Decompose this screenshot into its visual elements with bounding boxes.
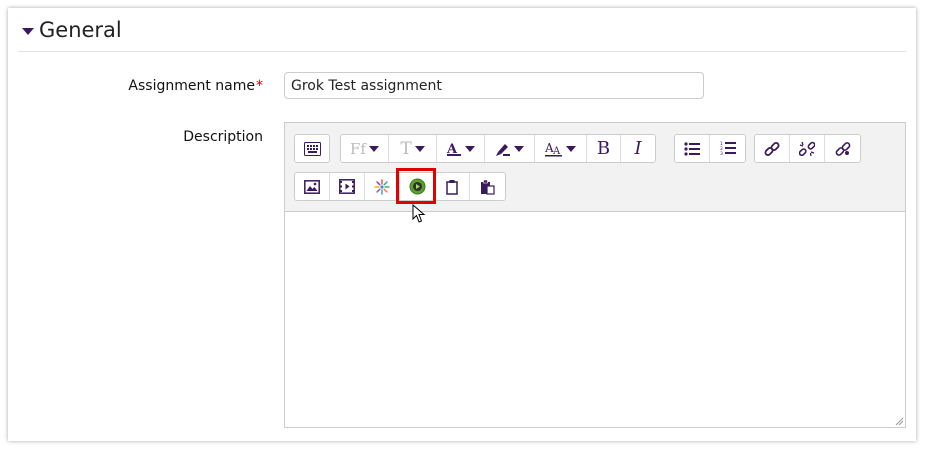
link-icon — [764, 141, 780, 157]
section-toggle[interactable]: General — [22, 18, 122, 42]
dropdown-arrow-icon — [514, 145, 524, 152]
assignment-name-input[interactable]: Grok Test assignment — [284, 72, 704, 99]
keyboard-icon — [303, 141, 321, 156]
link-button[interactable] — [755, 135, 790, 162]
toolbar-group-collapse — [294, 134, 330, 163]
italic-icon: I — [634, 138, 642, 159]
media-button[interactable] — [330, 173, 365, 200]
mouse-cursor-icon — [412, 204, 426, 224]
italic-button[interactable]: I — [621, 135, 655, 162]
unordered-list-button[interactable] — [675, 135, 710, 162]
svg-text:3: 3 — [720, 151, 723, 156]
dropdown-arrow-icon — [465, 145, 475, 152]
unlink-icon — [799, 141, 815, 157]
font-size-icon: T — [400, 138, 412, 159]
toolbar-group-style: Ff T A AA B I — [340, 134, 656, 163]
font-color-icon: A — [446, 141, 462, 157]
auto-link-icon — [835, 141, 851, 157]
styles-button[interactable]: AA — [535, 135, 587, 162]
general-section-panel: General Assignment name* Grok Test assig… — [8, 8, 916, 441]
font-family-icon: Ff — [350, 139, 366, 158]
paste-icon — [480, 179, 495, 195]
clipboard-icon — [445, 179, 459, 195]
ordered-list-button[interactable]: 123 — [710, 135, 745, 162]
font-color-button[interactable]: A — [437, 135, 485, 162]
copy-button[interactable] — [435, 173, 470, 200]
section-divider — [18, 51, 906, 52]
numbered-list-icon: 123 — [720, 141, 736, 156]
dropdown-arrow-icon — [414, 145, 425, 152]
toolbar-group-links — [754, 134, 861, 163]
assignment-name-label-text: Assignment name — [128, 78, 255, 94]
show-more-buttons[interactable] — [295, 135, 329, 162]
font-family-button[interactable]: Ff — [341, 135, 389, 162]
styles-icon: AA — [545, 141, 563, 157]
burst-icon — [374, 178, 390, 195]
editor-toolbar: Ff T A AA B I 1 2 3 — [285, 123, 905, 212]
dropdown-arrow-icon — [566, 145, 576, 152]
description-label: Description — [183, 129, 263, 145]
play-circle-icon — [409, 178, 426, 195]
font-size-button[interactable]: T — [389, 135, 437, 162]
kaltura-media-button[interactable] — [400, 173, 435, 200]
background-color-button[interactable] — [485, 135, 535, 162]
toolbar-group-media — [294, 172, 506, 201]
required-mark: * — [256, 78, 263, 94]
toolbar-group-lists: 123 — [674, 134, 746, 163]
bullet-list-icon — [684, 141, 700, 156]
bold-button[interactable]: B — [587, 135, 621, 162]
assignment-name-label: Assignment name* — [88, 78, 263, 94]
highlighter-icon — [495, 141, 511, 157]
resize-handle-icon[interactable] — [895, 417, 903, 425]
h5p-button[interactable] — [365, 173, 400, 200]
caret-down-icon — [22, 27, 34, 35]
section-title: General — [39, 18, 122, 42]
editor-content-area[interactable] — [285, 212, 905, 427]
image-button[interactable] — [295, 173, 330, 200]
dropdown-arrow-icon — [368, 145, 379, 152]
image-icon — [304, 179, 320, 194]
bold-icon: B — [596, 138, 611, 159]
paste-button[interactable] — [470, 173, 505, 200]
auto-link-button[interactable] — [825, 135, 860, 162]
unlink-button[interactable] — [790, 135, 825, 162]
description-editor: Ff T A AA B I 1 2 3 — [284, 122, 906, 428]
film-icon — [339, 179, 355, 194]
